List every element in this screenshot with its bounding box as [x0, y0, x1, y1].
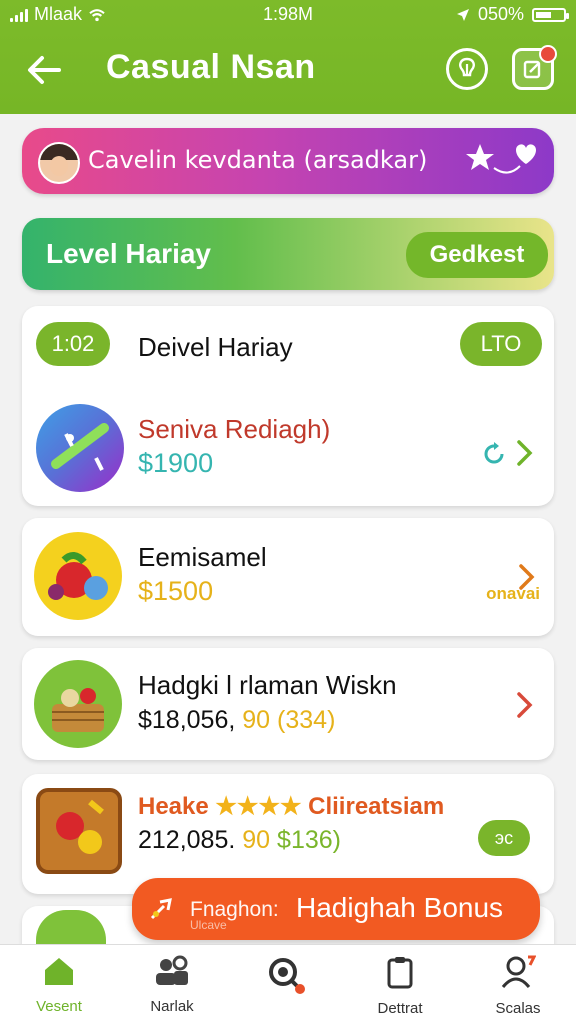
- notes-button[interactable]: [512, 45, 557, 90]
- level-action-button[interactable]: Gedkest: [406, 232, 548, 278]
- stars-heart-icon: [466, 144, 536, 174]
- level-card: Level Hariay Gedkest: [22, 218, 554, 290]
- edit-note-icon: [523, 60, 541, 79]
- page-title: Casual Nsan: [106, 48, 316, 86]
- rocket-icon: [150, 898, 172, 920]
- price-part-b: 90: [242, 706, 271, 734]
- offer-card-3[interactable]: Hadgki l rlaman Wiskn $18,056, 90 (334): [22, 648, 554, 760]
- treasure-icon: [36, 788, 122, 874]
- price-part-a: $18,056,: [138, 706, 236, 734]
- nav-label: Scalas: [495, 1000, 541, 1017]
- nav-search[interactable]: [236, 955, 336, 1006]
- lto-badge[interactable]: LTO: [460, 322, 542, 366]
- title-part-a: Heake: [138, 793, 209, 820]
- chevron-right-icon[interactable]: [514, 438, 536, 468]
- status-bar: Mlaak 1:98M 050%: [0, 0, 576, 30]
- nav-label: Vesent: [36, 998, 82, 1015]
- item-price: $1900: [138, 448, 214, 478]
- bottom-navigation: Vesent Narlak Dettrat Scalas: [0, 944, 576, 1025]
- nav-label: Dettrat: [377, 1000, 423, 1017]
- app-top-bar: Mlaak 1:98M 050% Casual Nsan: [0, 0, 576, 114]
- item-title-text: Seniva Rediagh): [138, 414, 331, 444]
- price-part-b: 90: [242, 826, 271, 854]
- price-part-c: (334): [277, 706, 336, 734]
- card-price: $18,056, 90 (334): [138, 706, 335, 735]
- item-title: Seniva Rediagh): [138, 414, 330, 445]
- game-icon-blue: [36, 404, 124, 492]
- card-price: 212,085. 90 $136): [138, 826, 341, 855]
- search-icon: [269, 958, 305, 994]
- bonus-label-sub: Ulcave: [190, 918, 227, 932]
- battery-percent: 050%: [477, 4, 524, 24]
- basket-icon: [34, 660, 122, 748]
- help-button[interactable]: [446, 48, 488, 90]
- battery-icon: [532, 7, 569, 22]
- header: Casual Nsan: [0, 30, 576, 114]
- back-button[interactable]: [24, 50, 64, 90]
- fruit-icon: [34, 532, 122, 620]
- avatar: [38, 142, 80, 184]
- profile-icon: [501, 955, 537, 988]
- refresh-icon[interactable]: [482, 442, 506, 466]
- nav-clipboard[interactable]: Dettrat: [350, 955, 450, 1017]
- clipboard-icon: [387, 957, 413, 989]
- bonus-button[interactable]: Fnaghon: Ulcave Hadighah Bonus: [132, 878, 540, 940]
- card-title: Eemisamel: [138, 542, 267, 572]
- price-part-c: $136): [277, 826, 341, 854]
- level-label: Level Hariay: [46, 238, 211, 269]
- lightbulb-icon: [459, 57, 475, 77]
- card-price: $1500: [138, 576, 214, 606]
- chevron-right-icon[interactable]: [516, 562, 538, 592]
- people-icon: [156, 955, 188, 985]
- nav-home[interactable]: Vesent: [9, 955, 109, 1015]
- offer-card-1: 1:02 Deivel Hariay LTO Seniva Rediagh) $…: [22, 306, 554, 506]
- nav-profile[interactable]: Scalas: [468, 955, 568, 1017]
- nav-people[interactable]: Narlak: [122, 955, 222, 1015]
- location-arrow-icon: [456, 8, 469, 21]
- profile-banner[interactable]: Cavelin kevdanta (arsadkar): [22, 128, 554, 194]
- price-part-a: 212,085.: [138, 826, 236, 854]
- nav-label: Narlak: [150, 998, 194, 1015]
- home-icon: [45, 958, 73, 985]
- back-arrow-icon: [28, 56, 61, 84]
- bonus-label: Hadighah Bonus: [296, 892, 504, 923]
- card-title: Heake ★★★★ Cliireatsiam: [138, 792, 444, 821]
- title-part-b: Cliireatsiam: [308, 793, 445, 820]
- rating-stars: ★★★★: [215, 793, 302, 820]
- offer-card-2[interactable]: Eemisamel $1500 onavai: [22, 518, 554, 636]
- card-pill[interactable]: эс: [478, 820, 530, 856]
- chevron-right-icon[interactable]: [514, 690, 536, 720]
- notification-badge: [539, 45, 557, 63]
- level-badge: 1:02: [36, 322, 110, 366]
- offer-card-4[interactable]: Heake ★★★★ Cliireatsiam 212,085. 90 $136…: [22, 774, 554, 894]
- profile-text: Cavelin kevdanta (arsadkar): [88, 146, 428, 174]
- card-title: Deivel Hariay: [138, 332, 293, 362]
- card-title: Hadgki l rlaman Wiskn: [138, 670, 397, 700]
